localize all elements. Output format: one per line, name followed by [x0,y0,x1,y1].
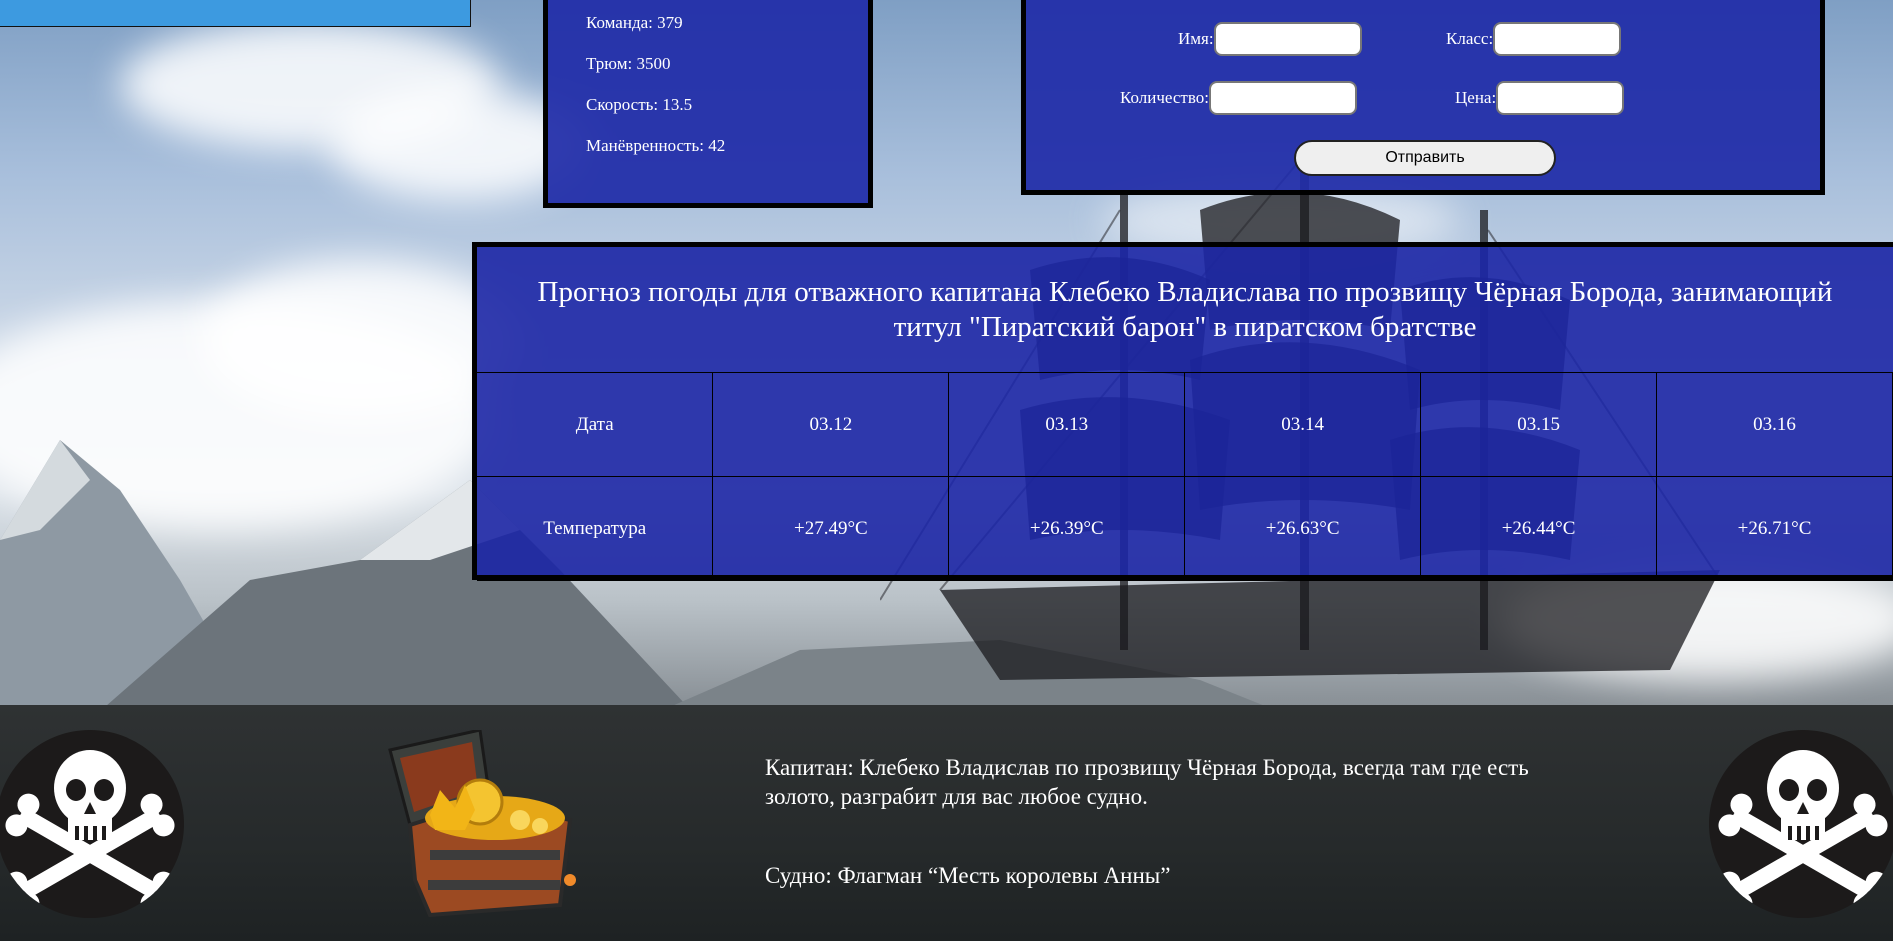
temperature-cell: +26.71°C [1656,476,1893,581]
price-row: Цена: [1455,81,1625,115]
temperature-cell: +27.49°C [712,476,950,581]
name-row: Имя: [1178,22,1362,56]
temperature-header: Температура [477,476,714,581]
class-input[interactable] [1493,22,1622,56]
date-cell: 03.14 [1184,373,1422,477]
quantity-input[interactable] [1208,81,1357,115]
stat-crew: Команда: 379 [586,13,683,32]
price-input[interactable] [1496,81,1625,115]
order-form: Имя: Класс: Количество: Цена: Отправить [1021,0,1825,195]
quantity-label: Количество: [1120,88,1209,107]
temperature-row: Температура +27.49°C +26.39°C +26.63°C +… [477,476,1893,581]
class-label: Класс: [1446,29,1494,48]
footer: Капитан: Клебеко Владислав по прозвищу Ч… [0,705,1893,941]
weather-table: Дата 03.12 03.13 03.14 03.15 03.16 Темпе… [477,373,1893,581]
date-cell: 03.15 [1420,373,1658,477]
date-cell: 03.13 [948,373,1186,477]
weather-panel: Прогноз погоды для отважного капитана Кл… [472,242,1893,581]
date-cell: 03.12 [712,373,950,477]
submit-button[interactable]: Отправить [1294,140,1556,176]
temperature-cell: +26.63°C [1184,476,1422,581]
stat-hold: Трюм: 3500 [586,54,671,73]
quantity-row: Количество: [1120,81,1357,115]
top-bar [0,0,471,27]
jolly-roger-icon [1709,730,1893,918]
captain-info: Капитан: Клебеко Владислав по прозвищу Ч… [765,755,1529,809]
page: Команда: 379 Трюм: 3500 Скорость: 13.5 М… [0,0,1893,941]
weather-title: Прогноз погоды для отважного капитана Кл… [477,247,1893,373]
treasure-chest-icon [370,728,580,920]
class-row: Класс: [1446,22,1622,56]
name-label: Имя: [1178,29,1214,48]
stat-maneuverability: Манёвренность: 42 [586,136,726,155]
date-header: Дата [477,373,714,477]
ship-info: Судно: Флагман “Месть королевы Анны” [765,863,1171,888]
date-cell: 03.16 [1656,373,1893,477]
ship-stats-panel: Команда: 379 Трюм: 3500 Скорость: 13.5 М… [543,0,873,208]
temperature-cell: +26.39°C [948,476,1186,581]
jolly-roger-icon [0,730,184,918]
price-label: Цена: [1455,88,1497,107]
temperature-cell: +26.44°C [1420,476,1658,581]
stat-speed: Скорость: 13.5 [586,95,693,114]
name-input[interactable] [1213,22,1362,56]
date-row: Дата 03.12 03.13 03.14 03.15 03.16 [477,373,1893,477]
